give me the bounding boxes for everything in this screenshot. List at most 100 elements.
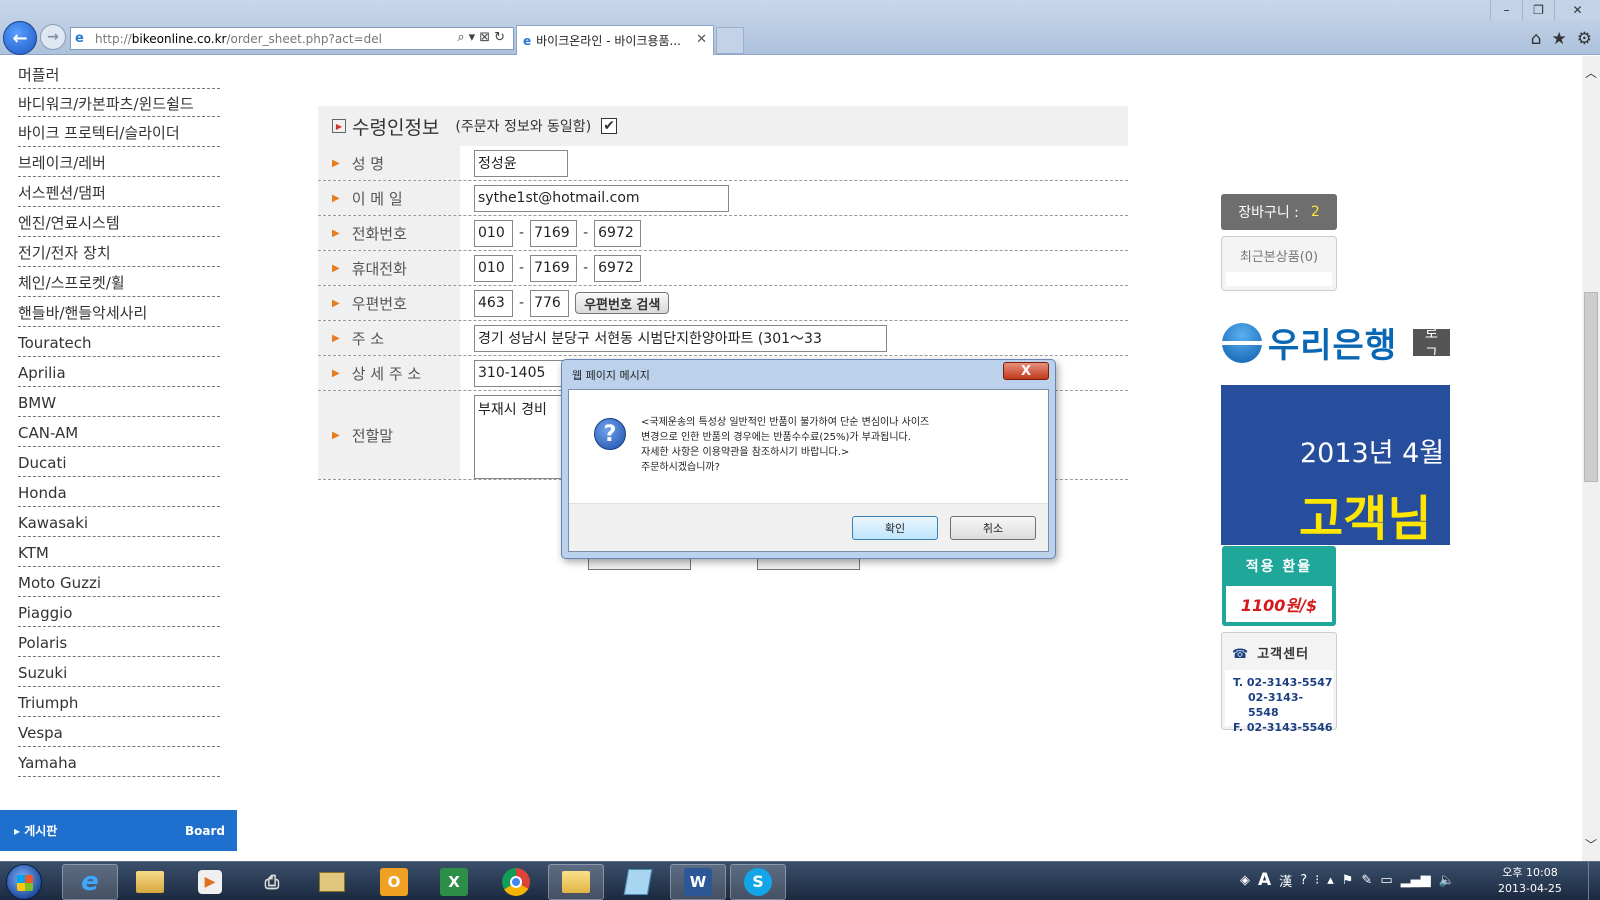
category-item[interactable]: Piaggio (18, 600, 220, 627)
address-input[interactable]: 경기 성남시 분당구 서현동 시범단지한양아파트 (301～33 (474, 324, 887, 352)
dialog-line-3: 자세한 사항은 이용약관을 참조하시기 바랍니다.> (641, 447, 850, 458)
tray-expand-icon[interactable]: ▴ (1327, 873, 1334, 888)
category-item[interactable]: BMW (18, 390, 220, 417)
category-item[interactable]: Honda (18, 480, 220, 507)
zip-part2-input[interactable]: 776 (530, 289, 570, 317)
battery-icon[interactable]: ▭ (1380, 873, 1392, 888)
mobile-part2-input[interactable]: 7169 (530, 254, 578, 282)
clock[interactable]: 오후 10:08 2013-04-25 (1498, 865, 1562, 897)
scroll-down-icon[interactable]: ﹀ (1585, 836, 1597, 853)
volume-icon[interactable]: 🔈 (1439, 873, 1455, 888)
category-item[interactable]: Aprilia (18, 360, 220, 387)
cancel-button[interactable]: 취소 (950, 516, 1036, 540)
pen-icon[interactable]: ✎ (1361, 873, 1372, 888)
category-item[interactable]: KTM (18, 540, 220, 567)
dialog-close-button[interactable]: X (1003, 362, 1049, 380)
start-button[interactable] (6, 864, 42, 900)
language-bar-icon[interactable]: ◈ (1240, 873, 1250, 888)
vertical-scrollbar[interactable]: ︿ ﹀ (1582, 56, 1600, 861)
ime-a[interactable]: A (1258, 870, 1271, 890)
ime-options-icon[interactable]: ⁝ (1315, 873, 1319, 888)
excel-icon[interactable]: X (426, 864, 482, 900)
cart-button[interactable]: 장바구니 : 2 (1221, 194, 1337, 230)
outlook-icon[interactable]: O (366, 864, 422, 900)
phone-part1-input[interactable]: 010 (474, 219, 513, 247)
category-item[interactable]: Ducati (18, 450, 220, 477)
recent-products-box[interactable]: 최근본상품(0) (1221, 236, 1337, 291)
url-prefix: http:// (95, 31, 132, 46)
bank-logo[interactable]: 우리은행 (1222, 318, 1397, 367)
board-menu-button[interactable]: ▸ 게시판 Board (0, 810, 237, 851)
category-item[interactable]: Vespa (18, 720, 220, 747)
category-item[interactable]: 전기/전자 장치 (18, 240, 220, 267)
category-item[interactable]: 엔진/연료시스템 (18, 210, 220, 237)
category-item[interactable]: Yamaha (18, 750, 220, 777)
forward-button[interactable]: → (40, 24, 66, 50)
ie-icon[interactable]: e (62, 864, 118, 900)
category-item[interactable]: Triumph (18, 690, 220, 717)
cs-title: 고객센터 (1257, 647, 1310, 662)
zip-search-button[interactable]: 우편번호 검색 (575, 292, 670, 314)
category-item[interactable]: 핸들바/핸들악세사리 (18, 300, 220, 327)
word-icon[interactable]: W (670, 864, 726, 900)
email-input[interactable]: sythe1st@hotmail.com (474, 184, 729, 212)
address-tools-icon[interactable]: ⌕▾⊠↻ (457, 30, 509, 45)
phone-part2-input[interactable]: 7169 (530, 219, 578, 247)
bullet-icon: ▶ (332, 297, 340, 309)
skype-icon[interactable]: S (730, 864, 786, 900)
bank-login-button[interactable]: 로그 (1413, 329, 1450, 356)
notes-icon[interactable] (610, 864, 666, 900)
back-button[interactable]: ← (3, 21, 37, 55)
mobile-part1-input[interactable]: 010 (474, 254, 513, 282)
chrome-icon[interactable] (488, 864, 544, 900)
network-icon[interactable]: ▂▄▆ (1401, 873, 1431, 888)
new-tab-button[interactable] (716, 27, 744, 54)
category-item[interactable]: Suzuki (18, 660, 220, 687)
help-icon[interactable]: ? (1300, 873, 1307, 888)
system-tray: ◈ A 漢 ? ⁝ ▴ ⚑ ✎ ▭ ▂▄▆ 🔈 (1240, 870, 1455, 890)
phone-part3-input[interactable]: 6972 (594, 219, 642, 247)
folder-icon[interactable] (548, 864, 604, 900)
explorer-icon[interactable] (122, 864, 178, 900)
media-player-icon[interactable]: ▶ (182, 864, 238, 900)
category-item[interactable]: 바이크 프로텍터/슬라이더 (18, 120, 220, 147)
bullet-icon: ▶ (332, 157, 340, 169)
category-item[interactable]: Polaris (18, 630, 220, 657)
name-input[interactable]: 정성윤 (474, 149, 568, 177)
category-item[interactable]: Moto Guzzi (18, 570, 220, 597)
ime-han[interactable]: 漢 (1279, 871, 1292, 890)
banner-date: 2013년 4월 6 (1300, 438, 1450, 469)
rate-title: 적용 환율 (1245, 559, 1313, 575)
category-item[interactable]: Kawasaki (18, 510, 220, 537)
flag-icon[interactable]: ⚑ (1342, 873, 1354, 888)
row-phone: ▶ 전화번호 010- 7169- 6972 (318, 216, 1128, 251)
category-item[interactable]: 바디워크/카본파츠/윈드쉴드 (18, 92, 220, 117)
category-item[interactable]: 브레이크/레버 (18, 150, 220, 177)
gear-icon[interactable]: ⚙ (1577, 29, 1592, 49)
tab-active[interactable]: e 바이크온라인 - 바이크용품... ✕ (516, 25, 714, 55)
zip-part1-input[interactable]: 463 (474, 289, 513, 317)
mobile-part3-input[interactable]: 6972 (594, 254, 642, 282)
scanner-icon[interactable]: ⎙ (244, 864, 300, 900)
promo-banner[interactable]: 2013년 4월 6 고객님 (1221, 385, 1450, 545)
ok-button[interactable]: 확인 (852, 516, 938, 540)
category-item[interactable]: 체인/스프로켓/휠 (18, 270, 220, 297)
category-item[interactable]: 서스펜션/댐퍼 (18, 180, 220, 207)
home-icon[interactable]: ⌂ (1531, 29, 1542, 49)
favorites-icon[interactable]: ★ (1552, 29, 1567, 49)
category-item[interactable]: CAN-AM (18, 420, 220, 447)
tab-title: 바이크온라인 - 바이크용품... (536, 34, 681, 48)
minimize-icon[interactable]: – (1490, 0, 1522, 20)
scrollbar-thumb[interactable] (1584, 292, 1598, 482)
category-item[interactable]: 머플러 (18, 62, 220, 89)
window-close-icon[interactable]: ✕ (1554, 0, 1600, 20)
tab-close-icon[interactable]: ✕ (696, 32, 707, 47)
address-bar[interactable]: e http://bikeonline.co.kr/order_sheet.ph… (70, 27, 514, 50)
notepad-icon[interactable] (304, 864, 360, 900)
category-item[interactable]: Touratech (18, 330, 220, 357)
show-desktop-button[interactable] (1588, 862, 1600, 900)
restore-icon[interactable]: ❐ (1522, 0, 1554, 20)
same-as-orderer-checkbox[interactable]: ✔ (601, 118, 618, 134)
row-zip: ▶ 우편번호 463- 776 우편번호 검색 (318, 286, 1128, 321)
scroll-up-icon[interactable]: ︿ (1585, 64, 1597, 81)
